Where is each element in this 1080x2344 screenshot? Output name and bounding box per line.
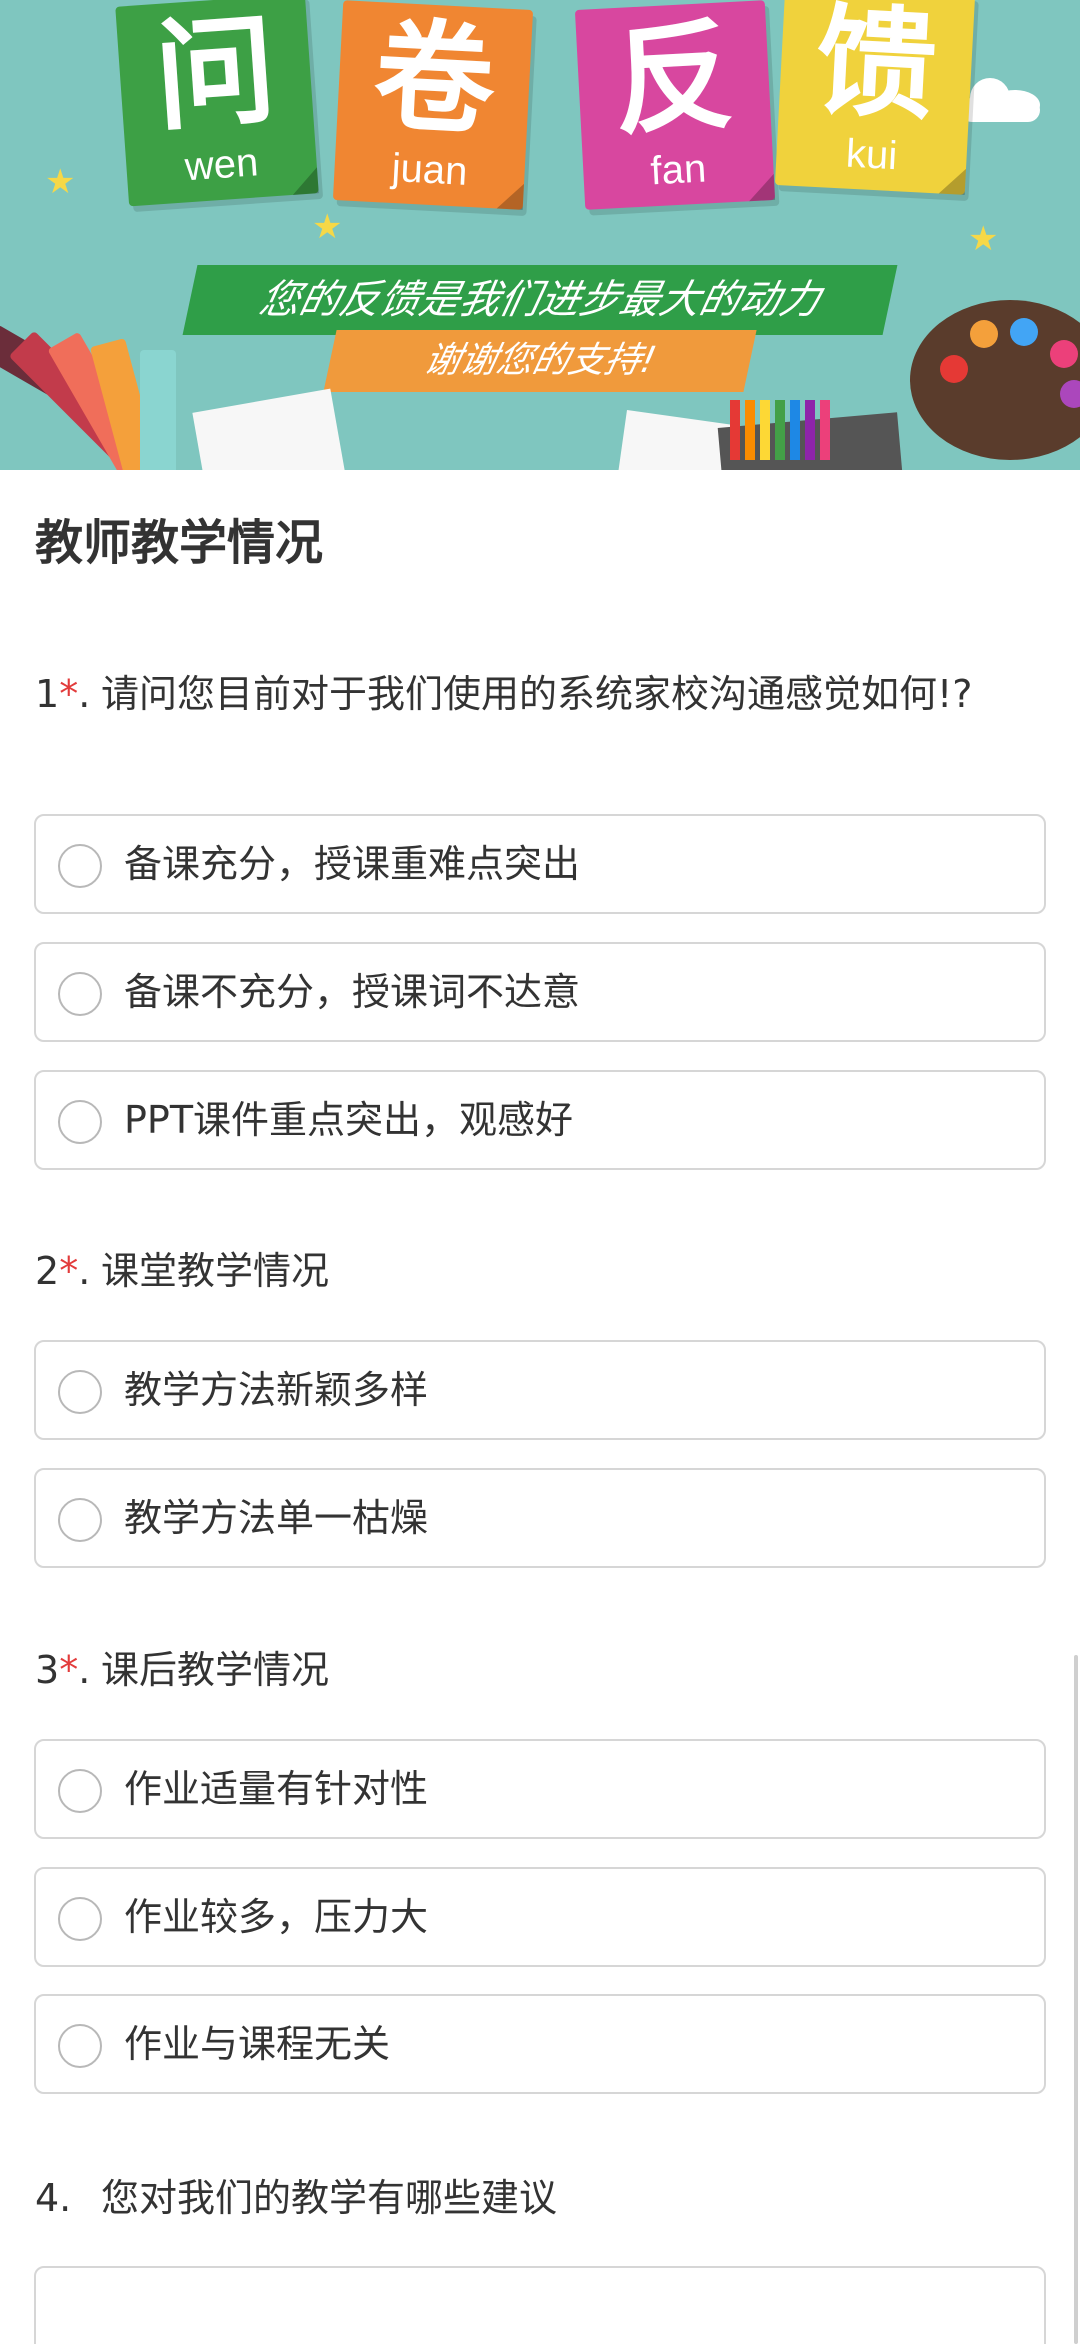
star-icon: ★	[968, 219, 999, 259]
question-2: 2*. 课堂教学情况	[35, 1243, 1031, 1299]
option-q1-c[interactable]: PPT课件重点突出，观感好	[34, 1070, 1046, 1170]
paper-icon	[192, 388, 348, 470]
star-icon: ★	[312, 207, 343, 247]
required-mark: *	[59, 1648, 79, 1692]
option-q3-a[interactable]: 作业适量有针对性	[34, 1739, 1046, 1839]
option-label: 作业较多，压力大	[124, 1895, 429, 1939]
radio-button[interactable]	[58, 2024, 102, 2068]
radio-button[interactable]	[58, 844, 102, 888]
option-q1-a[interactable]: 备课充分，授课重难点突出	[34, 814, 1046, 914]
radio-button[interactable]	[58, 1370, 102, 1414]
question-text: 请问您目前对于我们使用的系统家校沟通感觉如何!?	[101, 672, 973, 716]
banner-tile-fan: 反 fan	[574, 0, 776, 210]
radio-button[interactable]	[58, 972, 102, 1016]
required-mark: *	[59, 1249, 79, 1293]
option-label: 备课不充分，授课词不达意	[124, 970, 581, 1014]
banner-tile-kui: 馈 kui	[774, 0, 976, 195]
option-label: 作业与课程无关	[124, 2022, 391, 2066]
option-q3-b[interactable]: 作业较多，压力大	[34, 1867, 1046, 1967]
option-label: 作业适量有针对性	[124, 1767, 429, 1811]
radio-button[interactable]	[58, 1100, 102, 1144]
option-label: PPT课件重点突出，观感好	[124, 1098, 574, 1142]
section-title: 教师教学情况	[35, 515, 324, 571]
banner-slogan-secondary: 谢谢您的支持!	[323, 330, 757, 392]
required-mark: *	[59, 672, 79, 716]
question-number: 2*.	[35, 1249, 91, 1293]
question-text: 课后教学情况	[101, 1648, 330, 1692]
option-label: 教学方法新颖多样	[124, 1368, 429, 1412]
suggestion-textarea[interactable]	[34, 2266, 1046, 2344]
question-number: 1*.	[35, 672, 91, 716]
question-text: 课堂教学情况	[101, 1249, 330, 1293]
radio-button[interactable]	[58, 1769, 102, 1813]
question-4: 4. 您对我们的教学有哪些建议	[35, 2170, 1031, 2226]
option-q2-a[interactable]: 教学方法新颖多样	[34, 1340, 1046, 1440]
banner-tile-juan: 卷 juan	[332, 0, 534, 210]
question-3: 3*. 课后教学情况	[35, 1642, 1031, 1698]
question-1: 1*. 请问您目前对于我们使用的系统家校沟通感觉如何!?	[35, 666, 1031, 722]
question-number: 3*.	[35, 1648, 91, 1692]
paint-palette-icon	[910, 300, 1080, 460]
option-q1-b[interactable]: 备课不充分，授课词不达意	[34, 942, 1046, 1042]
scrollbar[interactable]	[1074, 1655, 1078, 2344]
survey-banner: ★ ★ ★ 问 wen 卷 juan 反 fan 馈 kui 您的反馈是我们进步…	[0, 0, 1080, 470]
banner-tile-wen: 问 wen	[115, 0, 319, 207]
radio-button[interactable]	[58, 1498, 102, 1542]
banner-slogan-primary: 您的反馈是我们进步最大的动力	[182, 265, 898, 335]
question-number: 4.	[35, 2176, 72, 2220]
option-label: 备课充分，授课重难点突出	[124, 842, 581, 886]
radio-button[interactable]	[58, 1897, 102, 1941]
cloud-icon	[960, 70, 1040, 130]
option-q2-b[interactable]: 教学方法单一枯燥	[34, 1468, 1046, 1568]
option-label: 教学方法单一枯燥	[124, 1496, 429, 1540]
question-text: 您对我们的教学有哪些建议	[101, 2176, 558, 2220]
option-q3-c[interactable]: 作业与课程无关	[34, 1994, 1046, 2094]
star-icon: ★	[45, 162, 76, 202]
